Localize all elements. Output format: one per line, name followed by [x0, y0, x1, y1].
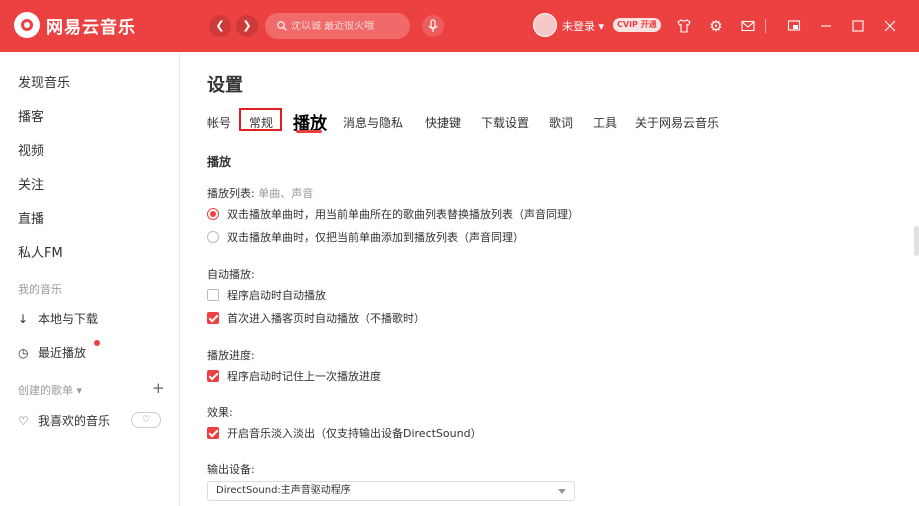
- sidebar-item-follow[interactable]: 关注: [18, 174, 44, 193]
- fade-option[interactable]: 开启音乐淡入淡出（仅支持输出设备DirectSound）: [207, 425, 482, 441]
- add-playlist-icon[interactable]: +: [152, 379, 165, 397]
- download-icon: ↓: [18, 311, 29, 326]
- tab-download[interactable]: 下载设置: [481, 114, 529, 131]
- option-label: 双击播放单曲时，仅把当前单曲添加到播放列表（声音同理）: [227, 231, 524, 244]
- sidebar-item-label: 我喜欢的音乐: [38, 414, 111, 428]
- minimize-icon: [821, 25, 831, 27]
- checkbox-checked[interactable]: [207, 427, 219, 439]
- title-bar: 网易云音乐 ❮ ❯ 未登录 ▾ CVIP 开通: [0, 0, 919, 52]
- option-label: 开启音乐淡入淡出（仅支持输出设备DirectSound）: [227, 427, 482, 440]
- playlist-hint: 单曲、声音: [258, 187, 314, 200]
- maximize-icon: [852, 20, 864, 32]
- playlist-option-append[interactable]: 双击播放单曲时，仅把当前单曲添加到播放列表（声音同理）: [207, 229, 524, 245]
- heart-icon: ♡: [18, 413, 29, 428]
- highlight-box: [239, 108, 282, 131]
- option-label: 双击播放单曲时，用当前单曲所在的歌曲列表替换播放列表（声音同理）: [227, 208, 579, 221]
- tab-account[interactable]: 帐号: [207, 114, 231, 131]
- checkbox-checked[interactable]: [207, 312, 219, 324]
- minimize-button[interactable]: [816, 16, 836, 36]
- sidebar: 发现音乐 播客 视频 关注 直播 私人FM 我的音乐 ↓ 本地与下载 ◷ 最近播…: [0, 52, 180, 506]
- voice-search-button[interactable]: [422, 15, 444, 37]
- sidebar-item-podcast[interactable]: 播客: [18, 106, 44, 125]
- sidebar-item-discover[interactable]: 发现音乐: [18, 72, 70, 91]
- search-input[interactable]: [291, 20, 401, 32]
- close-icon: [884, 20, 896, 32]
- option-label: 程序启动时记住上一次播放进度: [227, 370, 381, 383]
- messages-button[interactable]: [738, 16, 758, 36]
- radio-selected[interactable]: [207, 208, 219, 220]
- autoplay-on-start-option[interactable]: 程序启动时自动播放: [207, 287, 326, 303]
- progress-label: 播放进度:: [207, 349, 255, 362]
- sidebar-item-label: 最近播放: [38, 346, 87, 360]
- playlist-option-replace[interactable]: 双击播放单曲时，用当前单曲所在的歌曲列表替换播放列表（声音同理）: [207, 206, 579, 222]
- effect-label: 效果:: [207, 406, 233, 419]
- checkbox-checked[interactable]: [207, 370, 219, 382]
- sidebar-item-local-download[interactable]: ↓ 本地与下载: [18, 310, 98, 327]
- titlebar-divider: [765, 19, 766, 33]
- maximize-button[interactable]: [848, 16, 868, 36]
- notification-dot: [94, 340, 100, 346]
- search-icon: [277, 21, 287, 31]
- option-label: 首次进入播客页时自动播放（不播歌时）: [227, 312, 425, 325]
- sidebar-item-liked-music[interactable]: ♡ 我喜欢的音乐: [18, 412, 110, 429]
- settings-panel: 设置 帐号 常规 播放 消息与隐私 快捷键 下载设置 歌词 工具 关于网易云音乐…: [207, 52, 907, 506]
- sidebar-item-live[interactable]: 直播: [18, 208, 44, 227]
- my-music-heading: 我的音乐: [18, 283, 62, 296]
- vip-badge[interactable]: CVIP 开通: [613, 18, 661, 32]
- autoplay-podcast-option[interactable]: 首次进入播客页时自动播放（不播歌时）: [207, 310, 425, 326]
- heartbeat-icon: ♡: [141, 415, 151, 425]
- netease-logo-icon: [14, 12, 40, 38]
- section-title: 播放: [207, 155, 232, 169]
- sidebar-item-label: 本地与下载: [38, 312, 99, 326]
- dropdown-arrow-icon: [558, 489, 566, 494]
- tab-privacy[interactable]: 消息与隐私: [343, 114, 403, 131]
- tab-tools[interactable]: 工具: [593, 114, 617, 131]
- sidebar-item-video[interactable]: 视频: [18, 140, 44, 159]
- settings-button[interactable]: ⚙: [706, 16, 726, 36]
- chevron-left-icon: ❮: [215, 19, 225, 32]
- microphone-icon: [428, 19, 438, 32]
- remember-progress-option[interactable]: 程序启动时记住上一次播放进度: [207, 368, 381, 384]
- tab-shortcuts[interactable]: 快捷键: [425, 114, 461, 131]
- output-device-select[interactable]: DirectSound:主声音驱动程序: [207, 481, 575, 501]
- close-button[interactable]: [880, 16, 900, 36]
- scrollbar-thumb[interactable]: [914, 226, 919, 256]
- heart-mode-button[interactable]: ♡: [131, 412, 161, 428]
- mail-icon: [741, 20, 755, 32]
- tab-about[interactable]: 关于网易云音乐: [635, 114, 719, 131]
- app-title: 网易云音乐: [46, 17, 136, 38]
- page-title: 设置: [207, 75, 243, 96]
- output-device-value: DirectSound:主声音驱动程序: [216, 485, 351, 496]
- created-playlists-heading[interactable]: 创建的歌单 ▾: [18, 382, 82, 398]
- sidebar-item-personal-fm[interactable]: 私人FM: [18, 242, 63, 261]
- output-device-label: 输出设备:: [207, 463, 255, 476]
- tab-lyrics[interactable]: 歌词: [549, 114, 573, 131]
- gear-icon: ⚙: [709, 17, 723, 35]
- radio-unselected[interactable]: [207, 231, 219, 243]
- login-status[interactable]: 未登录 ▾: [562, 18, 604, 34]
- avatar[interactable]: [533, 13, 557, 37]
- search-box[interactable]: [265, 13, 410, 39]
- sidebar-item-recent[interactable]: ◷ 最近播放: [18, 344, 86, 361]
- playlist-label-text: 播放列表:: [207, 187, 255, 200]
- mini-mode-icon: [787, 20, 801, 31]
- checkbox-unchecked[interactable]: [207, 289, 219, 301]
- app-logo[interactable]: 网易云音乐: [14, 12, 136, 38]
- chevron-right-icon: ❯: [242, 19, 252, 32]
- option-label: 程序启动时自动播放: [227, 289, 326, 302]
- active-tab-indicator: [296, 130, 322, 133]
- app-window: 网易云音乐 ❮ ❯ 未登录 ▾ CVIP 开通: [0, 0, 919, 506]
- clock-icon: ◷: [18, 345, 29, 360]
- autoplay-label: 自动播放:: [207, 268, 255, 281]
- mini-mode-button[interactable]: [784, 16, 804, 36]
- forward-button[interactable]: ❯: [236, 15, 258, 37]
- back-button[interactable]: ❮: [209, 15, 231, 37]
- tshirt-icon: [677, 19, 691, 33]
- skin-button[interactable]: [674, 16, 694, 36]
- playlist-label: 播放列表: 单曲、声音: [207, 185, 313, 201]
